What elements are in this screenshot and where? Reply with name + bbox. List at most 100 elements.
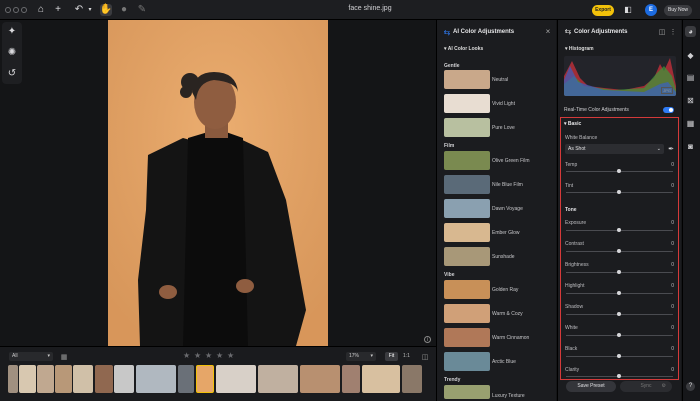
- main-photo[interactable]: [108, 20, 328, 346]
- history-icon[interactable]: ↺: [6, 68, 18, 80]
- layers-icon[interactable]: ▤: [685, 72, 696, 83]
- look-label[interactable]: Arctic Blue: [492, 359, 516, 365]
- camera-icon[interactable]: ◙: [685, 141, 696, 152]
- avatar[interactable]: E: [645, 4, 657, 16]
- crop-icon[interactable]: ⊠: [685, 95, 696, 106]
- save-preset-button[interactable]: Save Preset: [566, 381, 616, 392]
- slider-value[interactable]: 0: [666, 304, 674, 310]
- home-icon[interactable]: ⌂: [35, 4, 47, 16]
- look-thumb-dawn-voyage[interactable]: [444, 199, 490, 218]
- slider-value[interactable]: 0: [666, 283, 674, 289]
- grid-icon[interactable]: ▦: [685, 118, 696, 129]
- look-label[interactable]: Sunshade: [492, 254, 515, 260]
- more-options-icon[interactable]: ⋮: [667, 26, 679, 38]
- brush-tool-icon[interactable]: ✎: [136, 4, 148, 16]
- look-thumb-arctic-blue[interactable]: [444, 352, 490, 371]
- window-zoom-dot[interactable]: [21, 7, 27, 13]
- look-label[interactable]: Golden Ray: [492, 287, 518, 293]
- thumbnail[interactable]: [178, 365, 194, 393]
- histogram-header[interactable]: ▾ Histogram: [565, 46, 594, 52]
- adjust-gear-icon[interactable]: ✺: [6, 47, 18, 59]
- filter-select[interactable]: All ▾: [9, 352, 53, 361]
- thumbnail[interactable]: [8, 365, 18, 393]
- panel-toggle-icon[interactable]: ◫: [419, 351, 431, 363]
- info-icon[interactable]: i: [424, 336, 431, 343]
- settings-gear-icon[interactable]: ⚙: [662, 381, 666, 392]
- rating-star-5[interactable]: ★: [227, 351, 234, 360]
- clarity-slider-knob[interactable]: [617, 374, 621, 378]
- look-thumb-neutral[interactable]: [444, 70, 490, 89]
- drop-icon[interactable]: ◆: [685, 50, 696, 61]
- export-button[interactable]: Export: [592, 5, 614, 16]
- look-label[interactable]: Warm & Cozy: [492, 311, 523, 317]
- look-thumb-ember-glow[interactable]: [444, 223, 490, 242]
- thumbnail[interactable]: [342, 365, 360, 393]
- temp-slider-knob[interactable]: [617, 169, 621, 173]
- white-balance-select[interactable]: As Shot ⌄: [565, 144, 664, 154]
- thumbnail[interactable]: [258, 365, 298, 393]
- look-label[interactable]: Nile Blue Film: [492, 182, 523, 188]
- thumbnail[interactable]: [402, 365, 422, 393]
- look-thumb-warm-cinnamon[interactable]: [444, 328, 490, 347]
- thumbnail[interactable]: [114, 365, 134, 393]
- look-thumb-nile-blue-film[interactable]: [444, 175, 490, 194]
- rating-star-2[interactable]: ★: [194, 351, 201, 360]
- white-slider-knob[interactable]: [617, 333, 621, 337]
- fit-button[interactable]: Fit: [385, 352, 398, 361]
- one-to-one-button[interactable]: 1:1: [400, 352, 413, 361]
- thumbnail[interactable]: [55, 365, 72, 393]
- brightness-slider-knob[interactable]: [617, 270, 621, 274]
- contrast-slider-knob[interactable]: [617, 249, 621, 253]
- thumbnail[interactable]: [73, 365, 93, 393]
- thumbnail[interactable]: [300, 365, 340, 393]
- slider-value[interactable]: 0: [666, 325, 674, 331]
- hand-tool-icon[interactable]: ✋: [100, 4, 112, 16]
- slider-value[interactable]: 0: [666, 220, 674, 226]
- undo-dropdown-icon[interactable]: ▾: [84, 4, 96, 16]
- ai-enhance-icon[interactable]: ✦: [6, 26, 18, 38]
- look-thumb-luxury-texture[interactable]: [444, 385, 490, 399]
- look-label[interactable]: Luxury Texture: [492, 393, 525, 399]
- thumbnail[interactable]: [136, 365, 176, 393]
- rating-star-3[interactable]: ★: [205, 351, 212, 360]
- tint-slider-knob[interactable]: [617, 190, 621, 194]
- look-label[interactable]: Olive Green Film: [492, 158, 530, 164]
- slider-value[interactable]: 0: [666, 183, 674, 189]
- slider-value[interactable]: 0: [666, 262, 674, 268]
- ai-looks-header[interactable]: ▾ AI Color Looks: [444, 46, 483, 52]
- look-label[interactable]: Pure Love: [492, 125, 515, 131]
- zoom-select[interactable]: 17% ▾: [346, 352, 376, 361]
- window-minimize-dot[interactable]: [13, 7, 19, 13]
- slider-value[interactable]: 0: [666, 162, 674, 168]
- realtime-toggle[interactable]: [663, 107, 674, 113]
- thumbnail[interactable]: [95, 365, 113, 393]
- color-bubble-icon[interactable]: ◕: [685, 26, 696, 37]
- rating-star-4[interactable]: ★: [216, 351, 223, 360]
- exposure-slider-knob[interactable]: [617, 228, 621, 232]
- shadow-slider-knob[interactable]: [617, 312, 621, 316]
- look-thumb-golden-ray[interactable]: [444, 280, 490, 299]
- look-thumb-pure-love[interactable]: [444, 118, 490, 137]
- sync-button[interactable]: Sync ⚙: [620, 381, 672, 392]
- black-slider-knob[interactable]: [617, 354, 621, 358]
- slider-value[interactable]: 0: [666, 346, 674, 352]
- thumbnail[interactable]: [19, 365, 36, 393]
- buy-now-button[interactable]: Buy Now: [664, 5, 692, 16]
- look-label[interactable]: Dawn Voyage: [492, 206, 523, 212]
- plus-icon[interactable]: +: [52, 4, 64, 16]
- thumbnail[interactable]: [362, 365, 400, 393]
- highlight-slider-knob[interactable]: [617, 291, 621, 295]
- slider-value[interactable]: 0: [666, 241, 674, 247]
- grid-view-icon[interactable]: ▦: [58, 351, 70, 363]
- compare-icon[interactable]: ◧: [622, 4, 634, 16]
- basic-header[interactable]: ▾ Basic: [564, 121, 581, 127]
- thumbnail[interactable]: [37, 365, 54, 393]
- mask-tool-icon[interactable]: ●: [118, 4, 130, 16]
- look-thumb-warm-cozy[interactable]: [444, 304, 490, 323]
- help-icon[interactable]: ?: [686, 382, 695, 391]
- look-label[interactable]: Neutral: [492, 77, 508, 83]
- look-label[interactable]: Warm Cinnamon: [492, 335, 529, 341]
- eyedropper-icon[interactable]: ✒: [665, 143, 677, 155]
- close-icon[interactable]: ×: [542, 26, 554, 38]
- thumbnail-selected[interactable]: [196, 365, 214, 393]
